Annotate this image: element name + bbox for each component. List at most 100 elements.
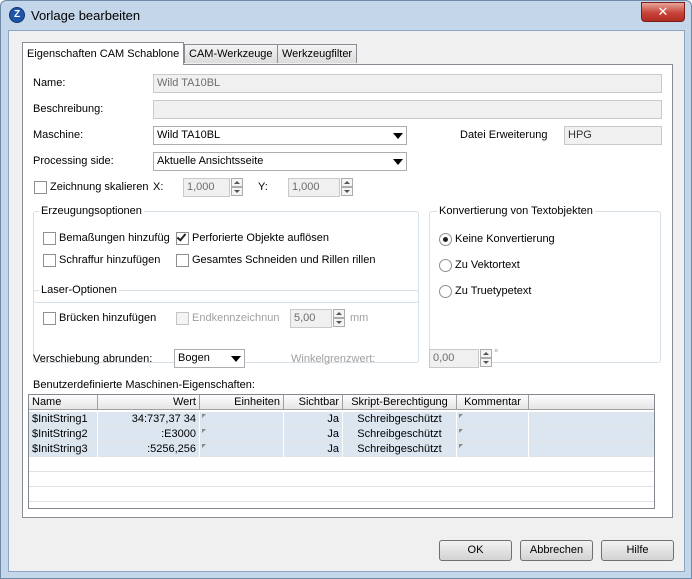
cell-value[interactable]: 34:737,37 34 <box>98 412 200 427</box>
machine-properties-table[interactable]: Name Wert Einheiten Sichtbar Skript-Bere… <box>28 394 655 509</box>
cell-units[interactable] <box>200 427 284 442</box>
name-field[interactable]: Wild TA10BL <box>153 74 662 93</box>
scale-y-field[interactable]: 1,000 <box>288 178 340 197</box>
cell-script-permission[interactable]: Schreibgeschützt <box>343 427 457 442</box>
app-icon: Z <box>9 7 25 23</box>
close-button[interactable]: ✕ <box>641 2 685 22</box>
cell-value[interactable]: :E3000 <box>98 427 200 442</box>
add-bridges-checkbox[interactable] <box>43 312 56 325</box>
tab-tool-filter[interactable]: Werkzeugfilter <box>277 44 358 63</box>
cell-marker-icon <box>202 414 206 418</box>
angle-limit-label: Winkelgrenzwert: <box>291 353 376 365</box>
table-row[interactable]: $InitString1 34:737,37 34 Ja Schreibgesc… <box>29 412 654 427</box>
degree-symbol: ° <box>494 348 499 360</box>
no-conversion-radio[interactable] <box>439 233 452 246</box>
processing-side-value: Aktuelle Ansichtsseite <box>157 155 264 167</box>
dialog-window: Z Vorlage bearbeiten ✕ Eigenschaften CAM… <box>0 0 692 579</box>
laser-options-title: Laser-Optionen <box>39 284 119 296</box>
cell-units[interactable] <box>200 442 284 457</box>
end-marking-spinner[interactable] <box>333 309 345 328</box>
text-conversion-title: Konvertierung von Textobjekten <box>437 205 595 217</box>
chevron-down-icon[interactable] <box>227 350 244 367</box>
machine-label: Maschine: <box>33 129 84 141</box>
cell-marker-icon <box>459 429 463 433</box>
end-marking-checkbox[interactable] <box>176 312 189 325</box>
column-header-name[interactable]: Name <box>29 395 98 410</box>
no-conversion-label: Keine Konvertierung <box>455 233 555 245</box>
cancel-button[interactable]: Abbrechen <box>520 540 593 561</box>
ok-button[interactable]: OK <box>439 540 512 561</box>
name-label: Name: <box>33 77 66 89</box>
cell-script-permission[interactable]: Schreibgeschützt <box>343 442 457 457</box>
cell-name: $InitString2 <box>29 427 98 442</box>
cell-value[interactable]: :5256,256 <box>98 442 200 457</box>
table-row-empty <box>29 457 654 472</box>
add-hatch-checkbox[interactable] <box>43 254 56 267</box>
table-row-empty <box>29 472 654 487</box>
file-extension-label: Datei Erweiterung <box>460 129 548 141</box>
tab-cam-template-properties[interactable]: Eigenschaften CAM Schablone <box>22 42 185 65</box>
cell-marker-icon <box>459 444 463 448</box>
add-bridges-label: Brücken hinzufügen <box>59 312 157 324</box>
truetype-text-label: Zu Truetypetext <box>455 285 532 297</box>
offset-rounding-dropdown[interactable]: Bogen <box>174 349 245 368</box>
description-label: Beschreibung: <box>33 103 104 115</box>
column-header-value[interactable]: Wert <box>98 395 200 410</box>
angle-limit-field[interactable]: 0,00 <box>429 349 479 368</box>
radio-dot-icon <box>443 237 448 242</box>
column-header-units[interactable]: Einheiten <box>200 395 284 410</box>
scale-x-spinner[interactable] <box>231 178 243 197</box>
cell-comment[interactable] <box>457 442 529 457</box>
cell-comment[interactable] <box>457 412 529 427</box>
table-header: Name Wert Einheiten Sichtbar Skript-Bere… <box>29 395 654 410</box>
cell-name: $InitString3 <box>29 442 98 457</box>
total-cutting-label: Gesamtes Schneiden und Rillen rillen <box>192 254 376 266</box>
chevron-down-icon[interactable] <box>389 127 406 144</box>
cell-visible[interactable]: Ja <box>284 442 343 457</box>
tab-cam-tools[interactable]: CAM-Werkzeuge <box>184 44 278 63</box>
cell-comment[interactable] <box>457 427 529 442</box>
column-header-script-permission[interactable]: Skript-Berechtigung <box>343 395 457 410</box>
description-field[interactable] <box>153 100 662 119</box>
cell-name: $InitString1 <box>29 412 98 427</box>
help-button[interactable]: Hilfe <box>601 540 674 561</box>
machine-dropdown-value: Wild TA10BL <box>157 129 221 141</box>
file-extension-field[interactable]: HPG <box>564 126 662 145</box>
cell-units[interactable] <box>200 412 284 427</box>
column-header-comment[interactable]: Kommentar <box>457 395 529 410</box>
processing-side-label: Processing side: <box>33 155 114 167</box>
add-dimensions-label: Bemaßungen hinzufüg <box>59 232 170 244</box>
resolve-perforated-label: Perforierte Objekte auflösen <box>192 232 329 244</box>
title-bar[interactable]: Z Vorlage bearbeiten ✕ <box>1 1 691 29</box>
processing-side-dropdown[interactable]: Aktuelle Ansichtsseite <box>153 152 407 171</box>
table-row[interactable]: $InitString3 :5256,256 Ja Schreibgeschüt… <box>29 442 654 457</box>
cell-script-permission[interactable]: Schreibgeschützt <box>343 412 457 427</box>
end-marking-field[interactable]: 5,00 <box>290 309 332 328</box>
resolve-perforated-checkbox[interactable] <box>176 231 189 245</box>
cell-visible[interactable]: Ja <box>284 427 343 442</box>
add-hatch-label: Schraffur hinzufügen <box>59 254 161 266</box>
chevron-down-icon[interactable] <box>389 153 406 170</box>
table-row[interactable]: $InitString2 :E3000 Ja Schreibgeschützt <box>29 427 654 442</box>
cell-marker-icon <box>459 414 463 418</box>
column-header-visible[interactable]: Sichtbar <box>284 395 343 410</box>
check-icon <box>176 231 187 242</box>
cell-marker-icon <box>202 444 206 448</box>
machine-properties-title: Benutzerdefinierte Maschinen-Eigenschaft… <box>33 379 255 391</box>
offset-rounding-label: Verschiebung abrunden: <box>33 353 153 365</box>
dialog-client: Eigenschaften CAM Schablone CAM-Werkzeug… <box>8 30 685 572</box>
add-dimensions-checkbox[interactable] <box>43 232 56 245</box>
vector-text-label: Zu Vektortext <box>455 259 520 271</box>
scale-y-spinner[interactable] <box>341 178 353 197</box>
end-marking-unit: mm <box>350 312 369 324</box>
end-marking-label: Endkennzeichnung <box>192 312 280 324</box>
angle-limit-spinner[interactable] <box>480 349 492 368</box>
scale-drawing-checkbox[interactable] <box>34 181 47 194</box>
truetype-text-radio[interactable] <box>439 285 452 298</box>
machine-dropdown[interactable]: Wild TA10BL <box>153 126 407 145</box>
cell-visible[interactable]: Ja <box>284 412 343 427</box>
scale-x-field[interactable]: 1,000 <box>183 178 230 197</box>
total-cutting-checkbox[interactable] <box>176 254 189 267</box>
vector-text-radio[interactable] <box>439 259 452 272</box>
scale-x-label: X: <box>153 181 164 193</box>
